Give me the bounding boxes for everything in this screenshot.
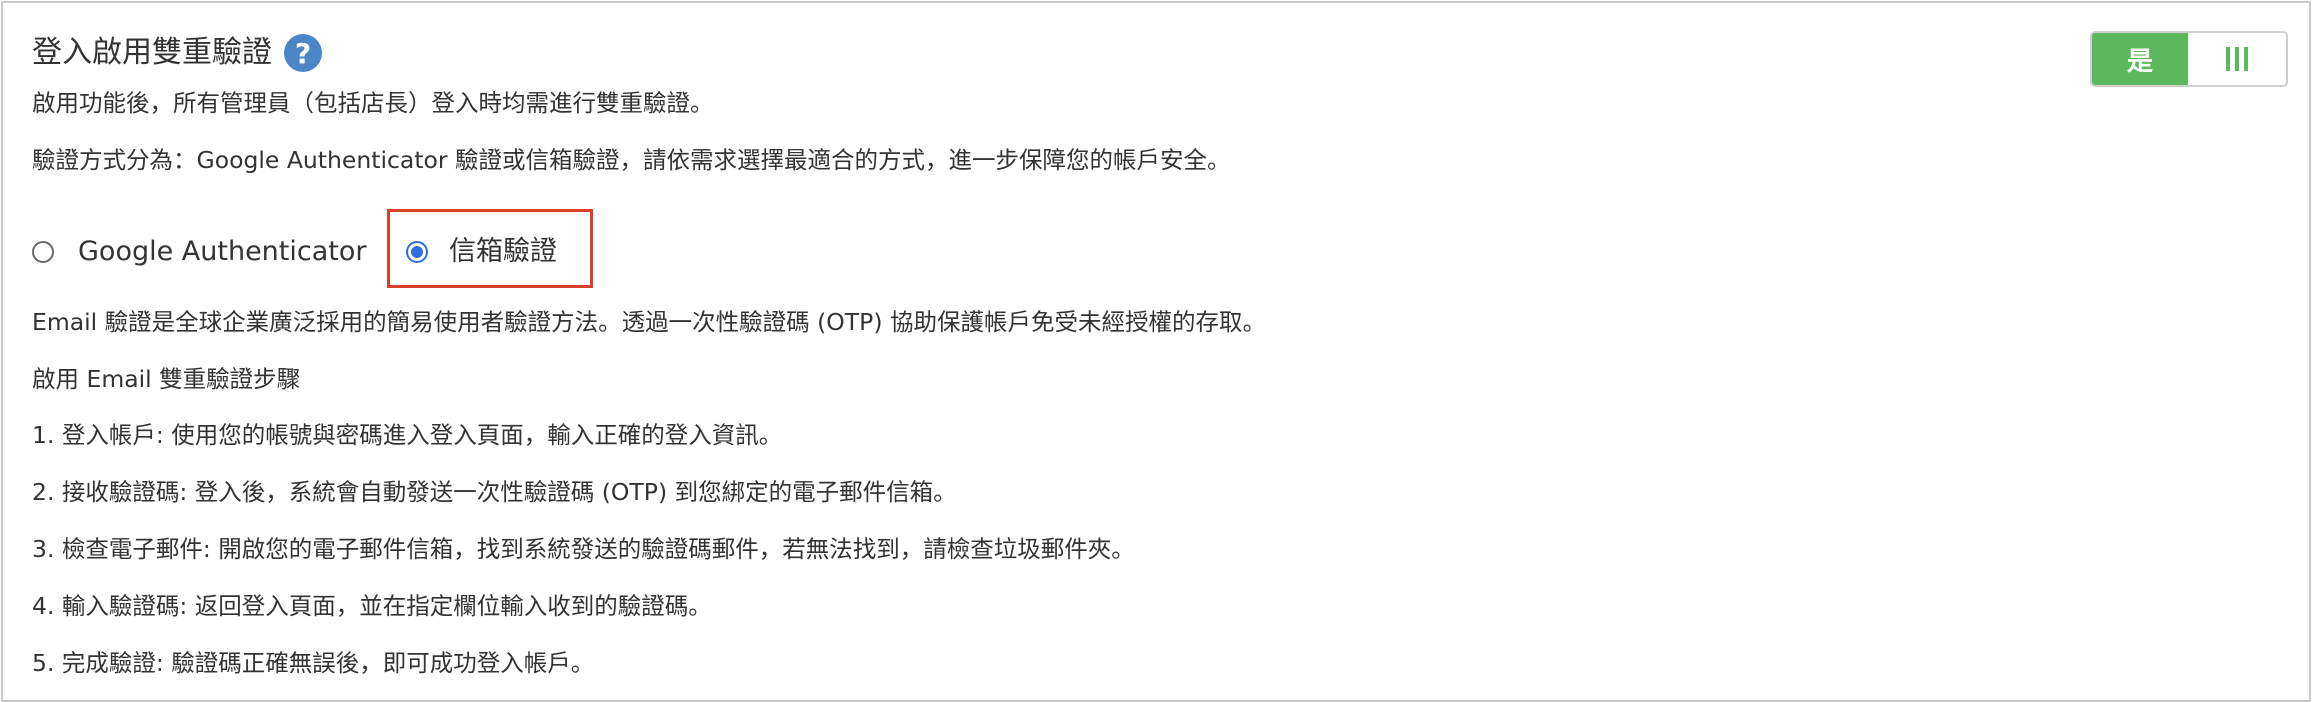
toggle-handle[interactable] — [2188, 33, 2286, 85]
radio-option-email-verification[interactable]: 信箱驗證 — [406, 232, 557, 272]
step-item: 3. 檢查電子郵件: 開啟您的電子郵件信箱，找到系統發送的驗證碼郵件，若無法找到… — [32, 535, 1135, 563]
email-verification-description: Email 驗證是全球企業廣泛採用的簡易使用者驗證方法。透過一次性驗證碼 (OT… — [32, 308, 1266, 336]
step-item: 1. 登入帳戶: 使用您的帳號與密碼進入登入頁面，輸入正確的登入資訊。 — [32, 421, 783, 449]
two-factor-settings-panel: 登入啟用雙重驗證 ? 是 啟用功能後，所有管理員（包括店長）登入時均需進行雙重驗… — [1, 1, 2311, 702]
description-line-1: 啟用功能後，所有管理員（包括店長）登入時均需進行雙重驗證。 — [32, 89, 714, 117]
step-item: 2. 接收驗證碼: 登入後，系統會自動發送一次性驗證碼 (OTP) 到您綁定的電… — [32, 478, 957, 506]
steps-title: 啟用 Email 雙重驗證步驟 — [32, 365, 301, 393]
toggle-on-label: 是 — [2092, 33, 2188, 85]
enable-2fa-toggle[interactable]: 是 — [2090, 31, 2288, 87]
description-line-2: 驗證方式分為：Google Authenticator 驗證或信箱驗證，請依需求… — [32, 146, 1231, 174]
title-row: 登入啟用雙重驗證 ? — [32, 29, 322, 77]
question-circle-icon[interactable]: ? — [284, 34, 322, 72]
radio-checked-icon[interactable] — [406, 241, 428, 263]
section-title: 登入啟用雙重驗證 — [32, 35, 272, 70]
radio-label-google: Google Authenticator — [78, 236, 367, 267]
radio-label-email: 信箱驗證 — [449, 236, 557, 267]
radio-unchecked-icon[interactable] — [32, 241, 54, 263]
radio-option-google-authenticator[interactable]: Google Authenticator — [32, 232, 366, 272]
step-item: 4. 輸入驗證碼: 返回登入頁面，並在指定欄位輸入收到的驗證碼。 — [32, 592, 712, 620]
step-item: 5. 完成驗證: 驗證碼正確無誤後，即可成功登入帳戶。 — [32, 649, 595, 677]
grip-lines-icon — [2226, 47, 2248, 71]
